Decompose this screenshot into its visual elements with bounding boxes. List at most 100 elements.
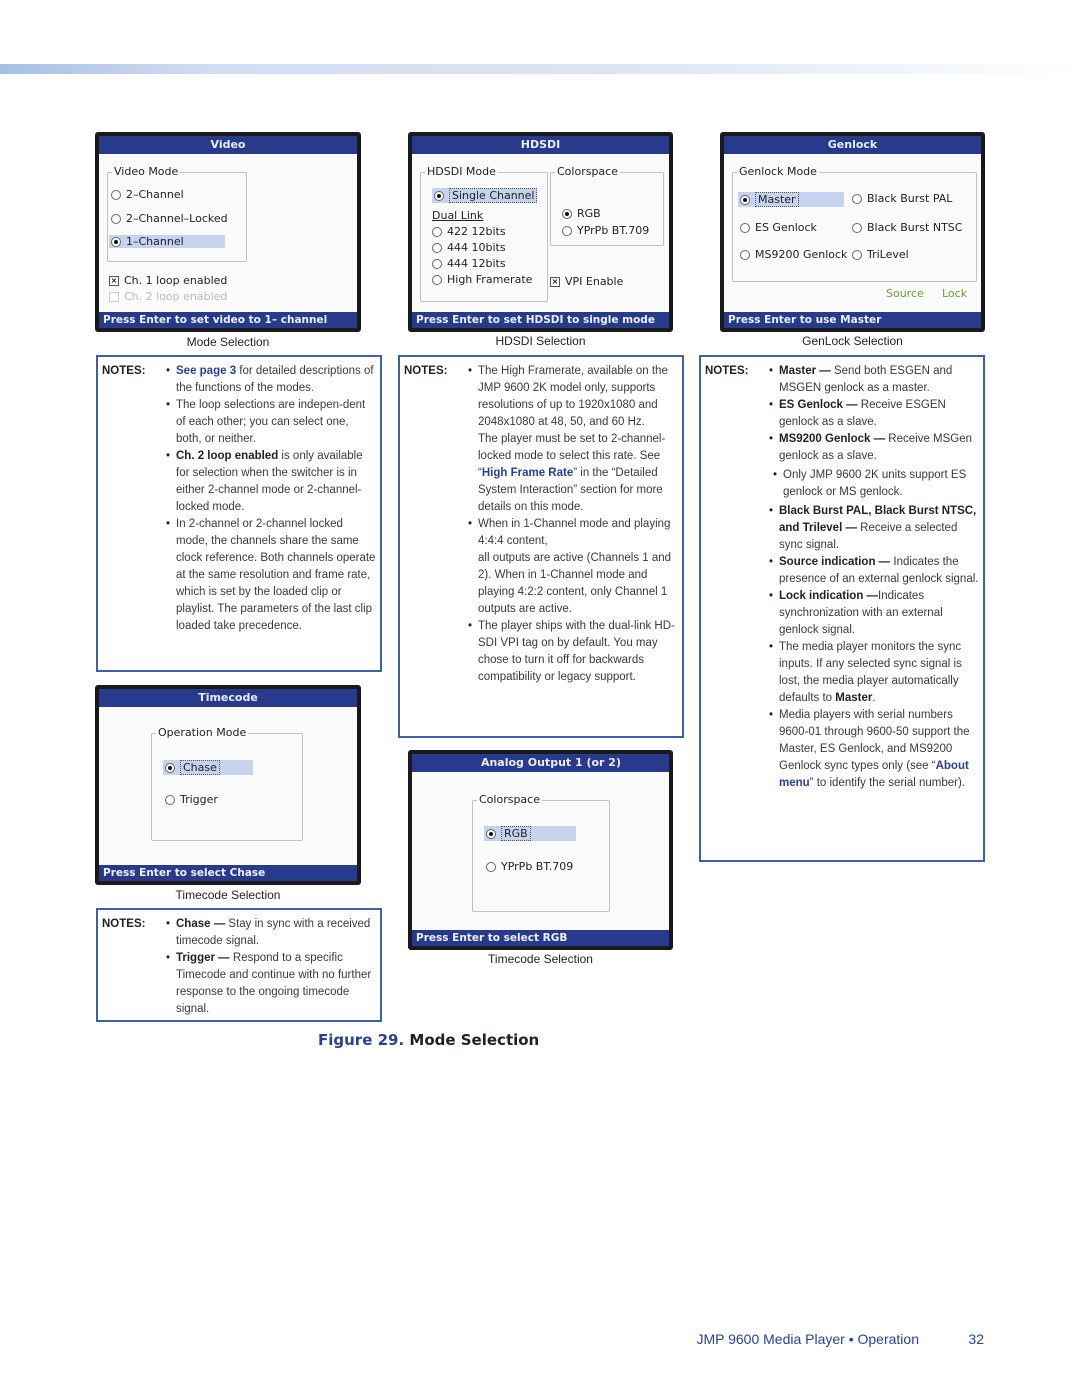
radio-444-10bits[interactable]: 444 10bits [432,241,506,254]
checkbox-ch1-loop[interactable]: × Ch. 1 loop enabled [109,274,227,287]
video-status-bar: Press Enter to set video to 1– channel [99,312,357,328]
radio-icon [740,249,750,260]
note-item: Chase — Stay in sync with a received tim… [162,916,376,950]
checkbox-ch2-loop: Ch. 2 loop enabled [109,290,227,303]
note-item: Trigger — Respond to a specific Timecode… [162,950,376,1018]
footer-title: JMP 9600 Media Player • Operation [696,1331,919,1347]
radio-icon [562,225,572,236]
notes-label: NOTES: [102,918,146,930]
hdsdi-caption: HDSDI Selection [495,334,586,348]
notes-label: NOTES: [102,365,146,377]
figure-number: Figure 29. [318,1031,405,1049]
radio-black-burst-pal[interactable]: Black Burst PAL [852,192,952,205]
notes-label: NOTES: [705,365,749,377]
radio-rgb[interactable]: RGB [562,207,601,220]
figure-caption: Figure 29. Mode Selection [318,1031,539,1049]
radio-2-channel-locked[interactable]: 2–Channel–Locked [111,212,228,225]
video-caption: Mode Selection [186,335,270,349]
note-item-continued: The player must be set to 2-channel-lock… [478,433,666,513]
genlock-mode-label: Genlock Mode [737,165,819,178]
radio-444-12bits[interactable]: 444 12bits [432,257,506,270]
timecode-caption: Timecode Selection [175,888,281,902]
radio-icon [111,189,121,200]
timecode-notes-box: NOTES: Chase — Stay in sync with a recei… [96,908,382,1022]
radio-icon [432,274,442,285]
hdsdi-status-bar: Press Enter to set HDSDI to single mode [412,312,669,328]
analog-status-bar: Press Enter to select RGB [412,930,669,946]
radio-icon [740,222,750,233]
radio-icon [486,861,496,872]
hdsdi-screen-title: HDSDI [412,136,669,154]
timecode-screen-title: Timecode [99,689,357,707]
radio-icon [165,794,175,805]
note-item: The High Framerate, available on the JMP… [464,363,678,431]
operation-mode-group: Operation Mode [151,726,303,841]
radio-selected-icon [434,190,444,201]
note-item: ES Genlock — Receive ESGEN genlock as a … [765,397,979,431]
note-item: The loop selections are indepen-dent of … [162,397,376,448]
video-screen-title: Video [99,136,357,154]
checkbox-icon [109,291,119,302]
radio-analog-rgb[interactable]: RGB [484,826,576,841]
radio-analog-yprpb[interactable]: YPrPb BT.709 [486,860,573,873]
page-number: 32 [968,1331,984,1347]
note-item: Ch. 2 loop enabled is only available for… [162,448,376,516]
genlock-notes-box: NOTES: Master — Send both ESGEN and MSGE… [699,355,985,862]
note-item: Source indication — Indicates the presen… [765,554,979,588]
radio-icon [852,249,862,260]
mode-notes-box: NOTES: See page 3 for detailed descripti… [96,355,382,672]
analog-caption: Timecode Selection [488,952,593,966]
radio-chase[interactable]: Chase [163,760,253,775]
timecode-status-bar: Press Enter to select Chase [99,865,357,881]
radio-1-channel[interactable]: 1–Channel [109,235,225,248]
genlock-screen: Genlock Genlock Mode Master ES Genlock M… [720,132,985,332]
radio-422-12bits[interactable]: 422 12bits [432,225,506,238]
notes-label: NOTES: [404,365,448,377]
note-item-continued: all outputs are active (Channels 1 and 2… [478,552,672,615]
analog-colorspace-group: Colorspace [472,793,610,912]
note-subitem: Only JMP 9600 2K units support ES genloc… [765,467,979,501]
note-item: The player ships with the dual-link HD-S… [464,618,678,686]
see-page-3-link[interactable]: See page 3 [176,365,236,377]
timecode-screen: Timecode Operation Mode Chase Trigger Pr… [95,685,361,885]
note-item: Media players with serial numbers 9600-0… [765,707,979,792]
radio-master[interactable]: Master [738,192,844,207]
genlock-screen-title: Genlock [724,136,981,154]
radio-es-genlock[interactable]: ES Genlock [740,221,817,234]
radio-single-channel[interactable]: Single Channel [432,188,538,203]
genlock-status-bar: Press Enter to use Master [724,312,981,328]
radio-icon [432,226,442,237]
radio-trigger[interactable]: Trigger [165,793,218,806]
high-frame-rate-link[interactable]: High Frame Rate [482,467,573,479]
colorspace-label: Colorspace [555,165,620,178]
radio-icon [432,242,442,253]
header-gradient-bar [0,64,1080,74]
hdsdi-mode-label: HDSDI Mode [425,165,498,178]
figure-title: Mode Selection [404,1031,540,1049]
analog-colorspace-label: Colorspace [477,793,542,806]
operation-mode-label: Operation Mode [156,726,249,739]
radio-black-burst-ntsc[interactable]: Black Burst NTSC [852,221,962,234]
note-item: When in 1-Channel mode and playing 4:4:4… [464,516,678,550]
radio-selected-icon [165,762,175,773]
dual-link-label: Dual Link [432,209,484,222]
radio-selected-icon [740,194,750,205]
analog-screen-title: Analog Output 1 (or 2) [412,754,669,772]
note-item: Black Burst PAL, Black Burst NTSC, and T… [765,503,979,554]
radio-yprpb[interactable]: YPrPb BT.709 [562,224,649,237]
note-item: The media player monitors the sync input… [765,639,979,707]
hdsdi-notes-box: NOTES: The High Framerate, available on … [398,355,684,738]
radio-icon [111,213,121,224]
radio-2-channel[interactable]: 2–Channel [111,188,184,201]
radio-trilevel[interactable]: TriLevel [852,248,909,261]
note-item: In 2-channel or 2-channel locked mode, t… [162,516,376,635]
lock-indicator: Lock [942,287,968,300]
radio-selected-icon [486,828,496,839]
radio-ms9200-genlock[interactable]: MS9200 Genlock [740,248,847,261]
checkbox-vpi-enable[interactable]: × VPI Enable [550,275,623,288]
checkbox-checked-icon: × [109,275,119,286]
radio-selected-icon [111,236,121,247]
note-item: See page 3 for detailed descriptions of … [162,363,376,397]
radio-high-framerate[interactable]: High Framerate [432,273,532,286]
radio-icon [852,222,862,233]
